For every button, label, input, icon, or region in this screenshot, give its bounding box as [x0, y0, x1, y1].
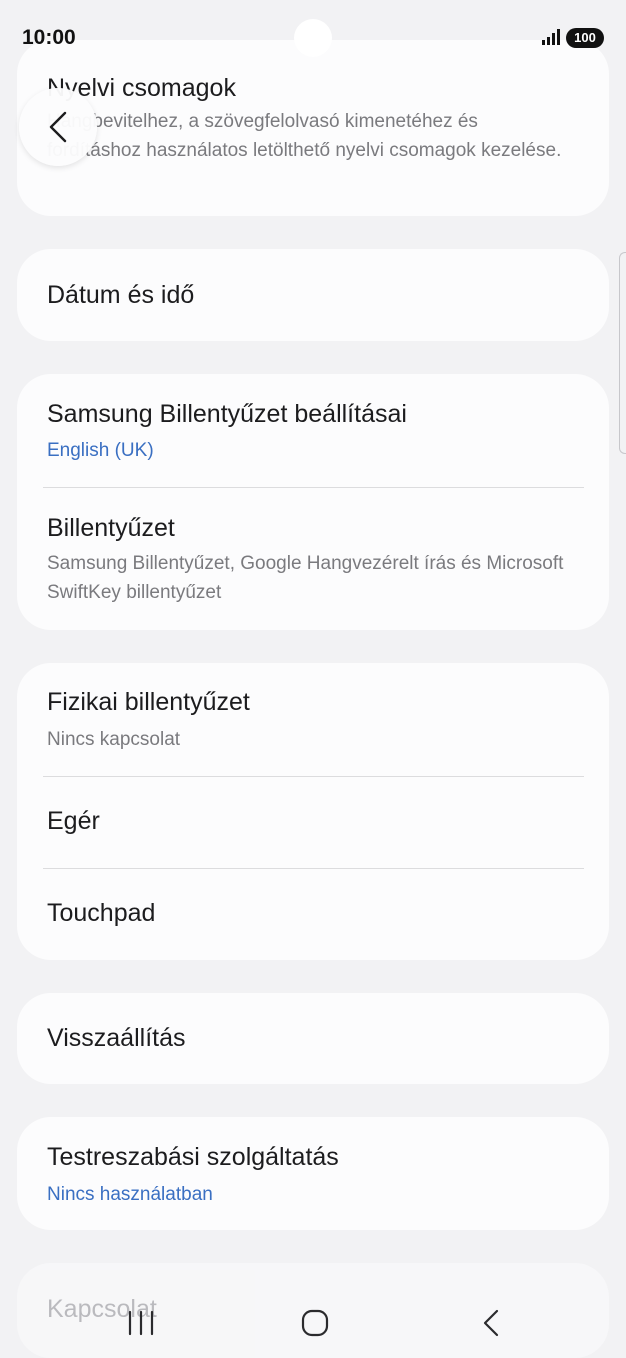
navigation-bar	[0, 1280, 626, 1358]
customization-item[interactable]: Testreszabási szolgáltatás Nincs használ…	[17, 1117, 609, 1230]
samsung-keyboard-value: English (UK)	[47, 440, 154, 461]
scrollbar[interactable]	[619, 252, 626, 454]
physical-keyboard-title: Fizikai billentyűzet	[47, 688, 250, 716]
status-bar: 10:00 100	[0, 0, 626, 70]
physical-keyboard-value: Nincs kapcsolat	[47, 729, 181, 750]
mouse-item[interactable]: Egér	[17, 777, 609, 868]
date-time-item[interactable]: Dátum és idő	[17, 249, 609, 341]
keyboard-subtitle: Samsung Billentyűzet, Google Hangvezérel…	[47, 553, 564, 603]
status-time: 10:00	[22, 26, 76, 49]
customization-title: Testreszabási szolgáltatás	[47, 1143, 339, 1171]
reset-item[interactable]: Visszaállítás	[17, 993, 609, 1084]
back-icon[interactable]	[480, 1308, 502, 1338]
recents-icon[interactable]	[126, 1310, 156, 1336]
input-devices-card: Fizikai billentyűzet Nincs kapcsolat Egé…	[17, 663, 609, 960]
samsung-keyboard-settings-item[interactable]: Samsung Billentyűzet beállításai English…	[17, 374, 609, 488]
settings-screen: 10:00 100 Nyelvi csomagok Hangbevitelhez…	[0, 0, 626, 1358]
back-button[interactable]	[19, 88, 97, 166]
touchpad-title: Touchpad	[47, 899, 156, 927]
customization-value: Nincs használatban	[47, 1184, 213, 1205]
chevron-left-icon	[49, 111, 67, 143]
battery-indicator: 100	[566, 28, 604, 48]
home-icon[interactable]	[300, 1308, 330, 1338]
samsung-keyboard-title: Samsung Billentyűzet beállításai	[47, 400, 407, 428]
date-time-card[interactable]: Dátum és idő	[17, 249, 609, 341]
date-time-title: Dátum és idő	[47, 281, 195, 309]
keyboard-title: Billentyűzet	[47, 514, 175, 542]
reset-title: Visszaállítás	[47, 1024, 186, 1052]
camera-cutout	[294, 19, 332, 57]
signal-bars-icon	[542, 29, 560, 45]
keyboard-item[interactable]: Billentyűzet Samsung Billentyűzet, Googl…	[17, 488, 609, 630]
touchpad-item[interactable]: Touchpad	[17, 869, 609, 960]
physical-keyboard-item[interactable]: Fizikai billentyűzet Nincs kapcsolat	[17, 663, 609, 776]
language-packs-subtitle: Hangbevitelhez, a szövegfelolvasó kimene…	[47, 111, 562, 161]
mouse-title: Egér	[47, 807, 100, 835]
customization-card[interactable]: Testreszabási szolgáltatás Nincs használ…	[17, 1117, 609, 1230]
keyboard-card: Samsung Billentyűzet beállításai English…	[17, 374, 609, 630]
reset-card[interactable]: Visszaállítás	[17, 993, 609, 1084]
